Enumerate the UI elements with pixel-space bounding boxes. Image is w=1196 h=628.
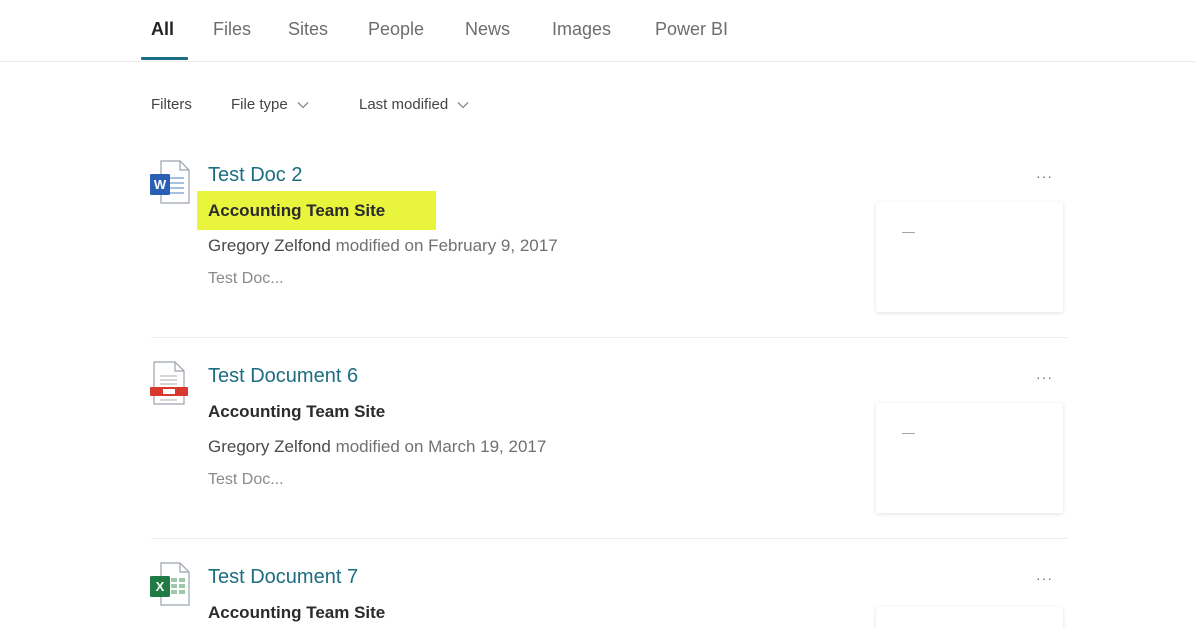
- thumbnail-placeholder: —: [902, 224, 915, 239]
- result-thumbnail[interactable]: —: [876, 202, 1063, 312]
- result-site-name[interactable]: Accounting Team Site: [208, 402, 385, 422]
- thumbnail-placeholder: —: [902, 425, 915, 440]
- file-type-filter-label: File type: [231, 96, 288, 113]
- result-thumbnail[interactable]: —: [876, 403, 1063, 513]
- filters-bar: Filters File type Last modified: [0, 92, 1196, 120]
- word-doc-icon: W: [150, 160, 190, 204]
- result-modified-date: modified on February 9, 2017: [330, 236, 558, 255]
- result-title-link[interactable]: Test Document 6: [208, 365, 358, 388]
- result-modified-info: Gregory Zelfond modified on March 19, 20…: [208, 437, 546, 457]
- svg-text:W: W: [154, 177, 167, 192]
- result-snippet: Test Doc...: [208, 471, 284, 488]
- result-author[interactable]: Gregory Zelfond: [208, 437, 331, 456]
- tab-sites[interactable]: Sites: [288, 19, 328, 40]
- result-modified-date: modified on March 19, 2017: [330, 437, 547, 456]
- result-author[interactable]: Gregory Zelfond: [208, 236, 331, 255]
- result-thumbnail[interactable]: [876, 607, 1063, 628]
- filters-label: Filters: [151, 96, 192, 113]
- svg-text:X: X: [156, 579, 165, 594]
- search-results-page: All Files Sites People News Images Power…: [0, 0, 1196, 628]
- pdf-doc-icon: [150, 361, 188, 405]
- tab-power-bi[interactable]: Power BI: [655, 19, 728, 40]
- result-title-link[interactable]: Test Doc 2: [208, 164, 302, 187]
- more-options-button[interactable]: ···: [1036, 369, 1053, 385]
- last-modified-filter-label: Last modified: [359, 96, 449, 113]
- tab-files[interactable]: Files: [213, 19, 251, 40]
- last-modified-filter[interactable]: Last modified: [359, 96, 469, 113]
- result-divider: [151, 337, 1068, 338]
- chevron-down-icon: [457, 101, 469, 108]
- result-modified-info: Gregory Zelfond modified on February 9, …: [208, 236, 558, 256]
- file-type-filter[interactable]: File type: [231, 96, 309, 113]
- excel-doc-icon: X: [150, 562, 190, 606]
- active-tab-indicator: [141, 57, 188, 60]
- result-site-name[interactable]: Accounting Team Site: [208, 201, 385, 221]
- tab-people[interactable]: People: [368, 19, 424, 40]
- result-title-link[interactable]: Test Document 7: [208, 566, 358, 589]
- result-snippet: Test Doc...: [208, 270, 284, 287]
- search-vertical-tabs: All Files Sites People News Images Power…: [0, 0, 1196, 62]
- result-divider: [151, 538, 1068, 539]
- result-site-name[interactable]: Accounting Team Site: [208, 603, 385, 623]
- chevron-down-icon: [297, 101, 309, 108]
- tab-images[interactable]: Images: [552, 19, 611, 40]
- tab-all[interactable]: All: [151, 19, 174, 40]
- more-options-button[interactable]: ···: [1036, 570, 1053, 586]
- more-options-button[interactable]: ···: [1036, 168, 1053, 184]
- tab-news[interactable]: News: [465, 19, 510, 40]
